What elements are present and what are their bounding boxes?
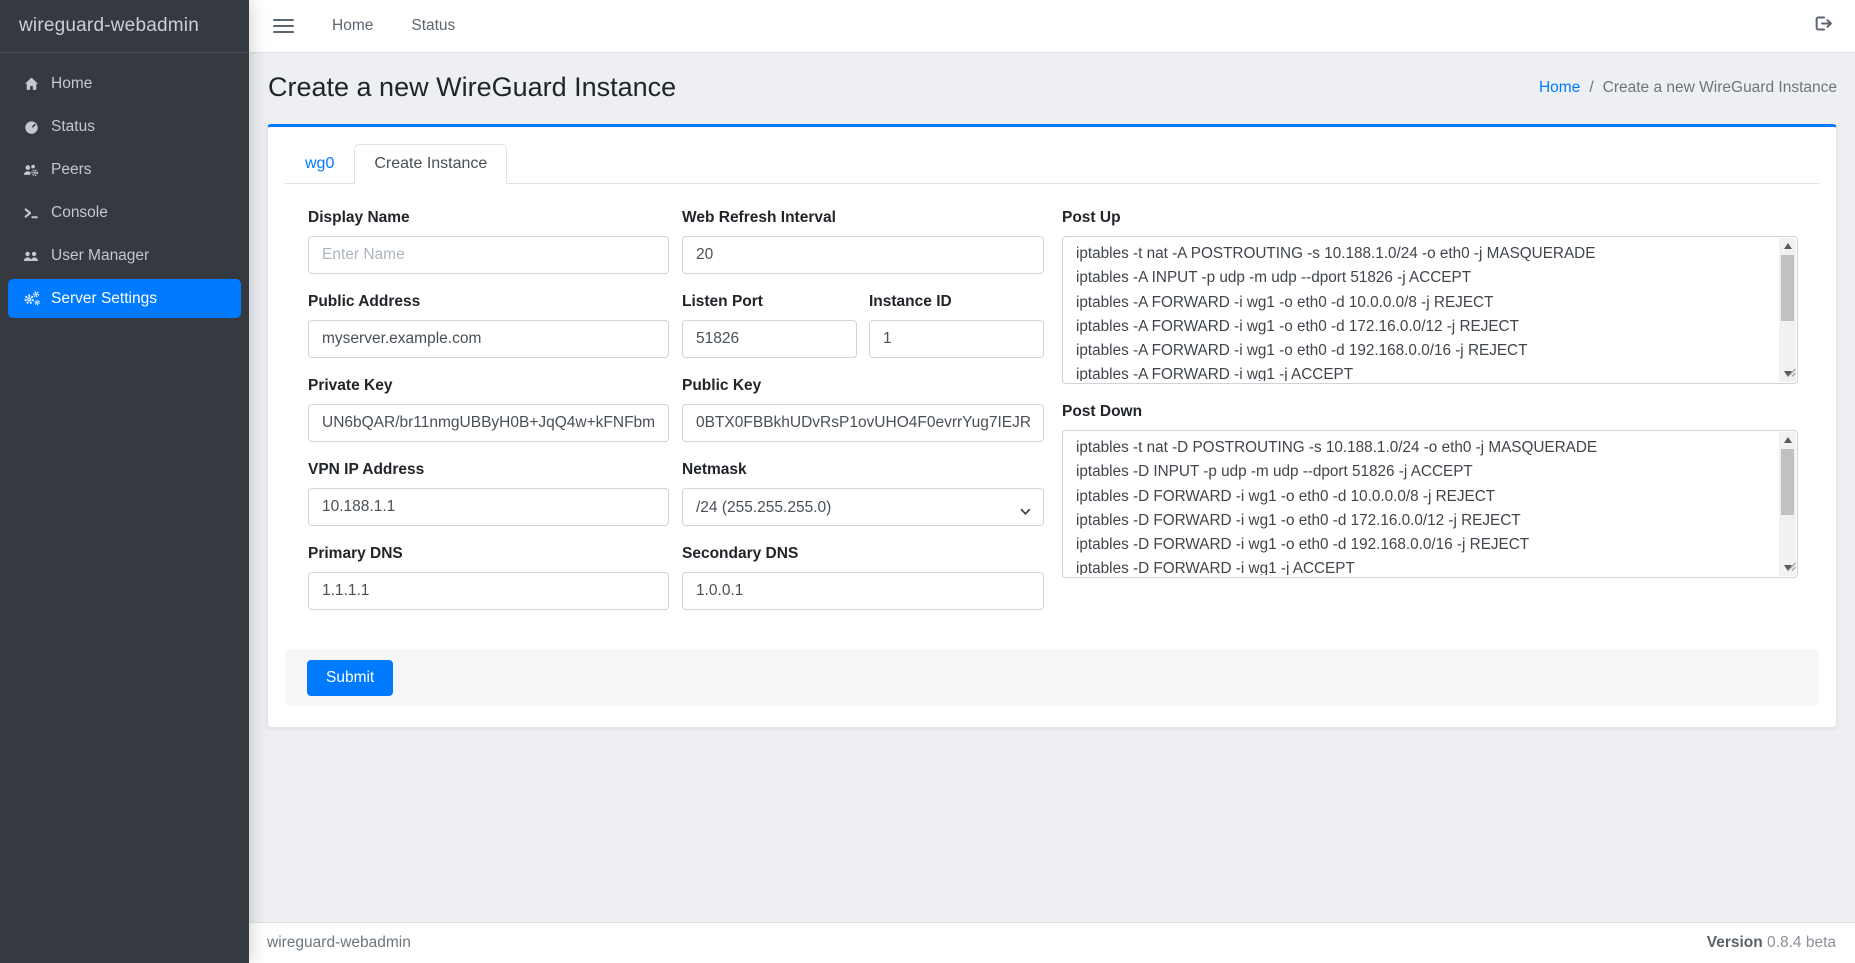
sidebar-item-console[interactable]: Console: [8, 193, 241, 232]
menu-toggle-button[interactable]: [273, 19, 294, 34]
form-column-middle: Web Refresh Interval Listen Port Instanc…: [682, 209, 1044, 629]
breadcrumb: Home / Create a new WireGuard Instance: [1539, 79, 1837, 97]
page-header: Create a new WireGuard Instance Home / C…: [249, 53, 1855, 124]
scroll-up-arrow-icon[interactable]: [1779, 238, 1796, 254]
scrollbar-thumb[interactable]: [1781, 255, 1794, 321]
sidebar-item-peers[interactable]: Peers: [8, 150, 241, 189]
sidebar-item-label: Peers: [51, 161, 92, 179]
resize-grip-icon[interactable]: [1787, 364, 1796, 382]
sidebar-item-label: User Manager: [51, 247, 149, 265]
breadcrumb-separator: /: [1589, 79, 1593, 97]
secondary-dns-label: Secondary DNS: [682, 545, 1044, 563]
scroll-up-arrow-icon[interactable]: [1779, 432, 1796, 448]
post-down-label: Post Down: [1062, 403, 1798, 421]
sign-out-icon: [1814, 15, 1833, 37]
page-footer: wireguard-webadmin Version 0.8.4 beta: [249, 922, 1855, 963]
post-down-scrollbar[interactable]: [1779, 432, 1796, 576]
display-name-label: Display Name: [308, 209, 669, 227]
sidebar-item-label: Home: [51, 75, 92, 93]
listen-port-label: Listen Port: [682, 293, 857, 311]
post-up-content: iptables -t nat -A POSTROUTING -s 10.188…: [1076, 242, 1773, 381]
create-instance-form: Display Name Public Address Private Key: [285, 184, 1819, 629]
post-down-content: iptables -t nat -D POSTROUTING -s 10.188…: [1076, 436, 1773, 575]
vpn-ip-address-field[interactable]: [308, 488, 669, 526]
private-key-field[interactable]: [308, 404, 669, 442]
brand-title: wireguard-webadmin: [0, 0, 249, 53]
resize-grip-icon[interactable]: [1787, 558, 1796, 576]
form-column-left: Display Name Public Address Private Key: [308, 209, 669, 629]
post-up-textarea[interactable]: iptables -t nat -A POSTROUTING -s 10.188…: [1062, 236, 1798, 384]
page-title: Create a new WireGuard Instance: [268, 72, 676, 103]
topnav-link-status[interactable]: Status: [411, 17, 455, 35]
public-key-label: Public Key: [682, 377, 1044, 395]
post-down-textarea[interactable]: iptables -t nat -D POSTROUTING -s 10.188…: [1062, 430, 1798, 578]
app-window: wireguard-webadmin Home Status: [0, 0, 1855, 963]
post-up-label: Post Up: [1062, 209, 1798, 227]
breadcrumb-home-link[interactable]: Home: [1539, 79, 1580, 97]
tab-create-instance[interactable]: Create Instance: [354, 144, 507, 184]
content-area: Create a new WireGuard Instance Home / C…: [249, 53, 1855, 922]
sidebar-item-label: Server Settings: [51, 290, 157, 308]
main-column: Home Status Create a new WireGuard Insta…: [249, 0, 1855, 963]
public-address-field[interactable]: [308, 320, 669, 358]
users-gear-icon: [16, 162, 46, 178]
home-icon: [16, 76, 46, 92]
sidebar-item-status[interactable]: Status: [8, 107, 241, 146]
scrollbar-thumb[interactable]: [1781, 449, 1794, 515]
primary-dns-label: Primary DNS: [308, 545, 669, 563]
listen-port-field[interactable]: [682, 320, 857, 358]
form-column-right: Post Up iptables -t nat -A POSTROUTING -…: [1057, 209, 1798, 629]
version-value: 0.8.4 beta: [1767, 934, 1836, 951]
sidebar-item-label: Console: [51, 204, 108, 222]
instance-tabs: wg0 Create Instance: [285, 144, 1819, 184]
instance-id-label: Instance ID: [869, 293, 1044, 311]
users-icon: [16, 248, 46, 264]
public-key-field[interactable]: [682, 404, 1044, 442]
gears-icon: [16, 290, 46, 307]
footer-brand: wireguard-webadmin: [267, 934, 411, 952]
submit-button[interactable]: Submit: [307, 660, 393, 696]
form-footer: Submit: [285, 649, 1819, 706]
web-refresh-interval-field[interactable]: [682, 236, 1044, 274]
logout-button[interactable]: [1814, 15, 1833, 37]
display-name-field[interactable]: [308, 236, 669, 274]
web-refresh-interval-label: Web Refresh Interval: [682, 209, 1044, 227]
instance-id-field[interactable]: [869, 320, 1044, 358]
tab-wg0[interactable]: wg0: [285, 144, 354, 184]
topnav-link-home[interactable]: Home: [332, 17, 373, 35]
instance-card: wg0 Create Instance Display Name Public …: [267, 124, 1837, 728]
breadcrumb-current: Create a new WireGuard Instance: [1603, 79, 1837, 97]
version-label: Version: [1707, 934, 1763, 951]
top-navbar: Home Status: [249, 0, 1855, 53]
public-address-label: Public Address: [308, 293, 669, 311]
bars-icon: [273, 19, 294, 21]
netmask-label: Netmask: [682, 461, 1044, 479]
sidebar-item-label: Status: [51, 118, 95, 136]
sidebar-item-server-settings[interactable]: Server Settings: [8, 279, 241, 318]
terminal-icon: [16, 205, 46, 221]
primary-dns-field[interactable]: [308, 572, 669, 610]
sidebar-item-user-manager[interactable]: User Manager: [8, 236, 241, 275]
footer-version: Version 0.8.4 beta: [1707, 934, 1836, 952]
netmask-select[interactable]: /24 (255.255.255.0): [682, 488, 1044, 526]
gauge-icon: [16, 119, 46, 135]
private-key-label: Private Key: [308, 377, 669, 395]
sidebar: wireguard-webadmin Home Status: [0, 0, 249, 963]
sidebar-item-home[interactable]: Home: [8, 64, 241, 103]
post-up-scrollbar[interactable]: [1779, 238, 1796, 382]
secondary-dns-field[interactable]: [682, 572, 1044, 610]
sidebar-menu: Home Status: [0, 53, 249, 318]
vpn-ip-address-label: VPN IP Address: [308, 461, 669, 479]
